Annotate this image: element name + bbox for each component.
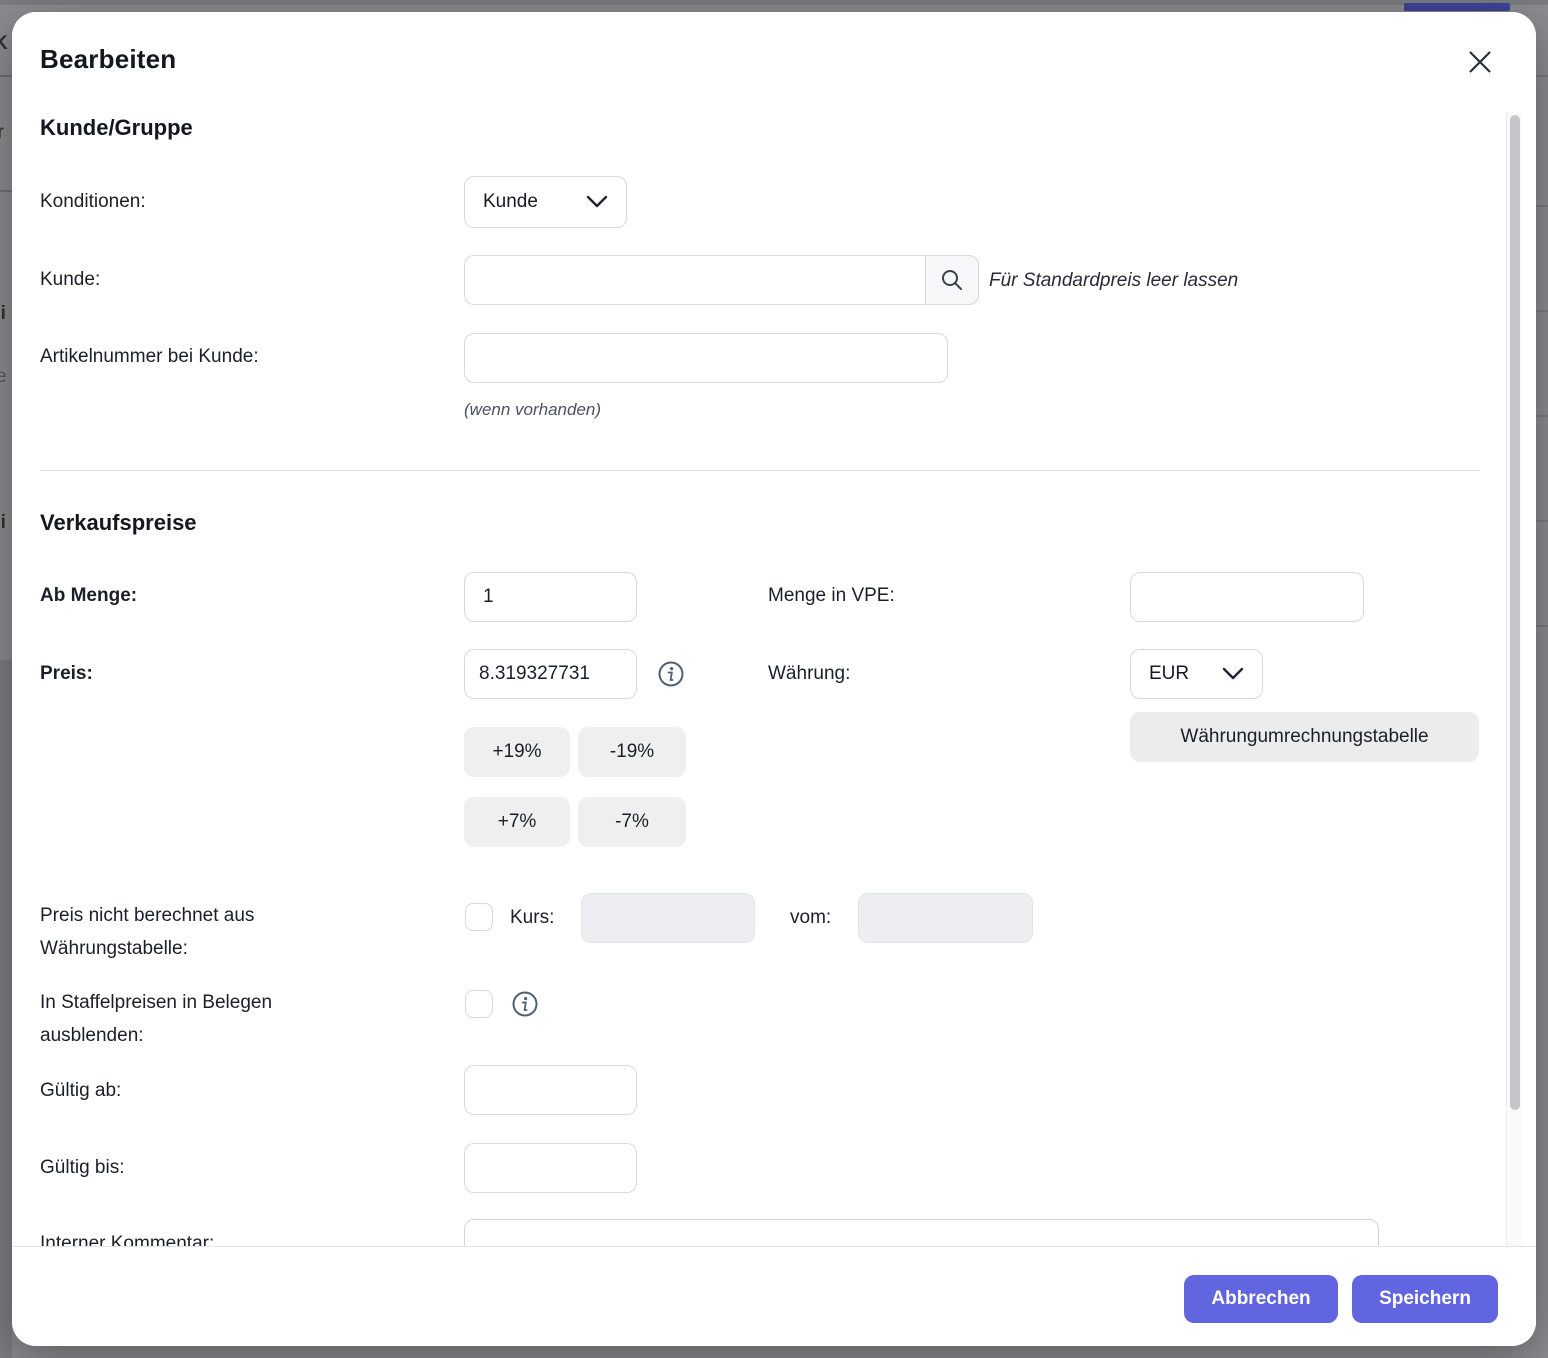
background-row-line bbox=[1536, 415, 1548, 417]
dialog-footer: Abbrechen Speichern bbox=[12, 1246, 1536, 1346]
vom-label: vom: bbox=[790, 907, 831, 929]
ab-menge-input[interactable] bbox=[464, 572, 637, 622]
waehrung-selected-value: EUR bbox=[1149, 663, 1189, 685]
info-icon bbox=[658, 661, 684, 687]
staffelpreise-checkbox[interactable] bbox=[465, 990, 493, 1018]
minus-7-percent-button[interactable]: -7% bbox=[578, 797, 686, 847]
chevron-down-icon bbox=[1222, 667, 1244, 681]
waehrung-label: Währung: bbox=[768, 663, 850, 685]
background-text-fragment: ei bbox=[0, 512, 12, 538]
kunde-hint-text: Für Standardpreis leer lassen bbox=[989, 270, 1238, 292]
background-text-fragment: K bbox=[0, 33, 12, 59]
dialog-body: Kunde/Gruppe Konditionen: Kunde Kunde: F… bbox=[12, 112, 1536, 1246]
preis-input[interactable] bbox=[464, 649, 637, 699]
background-text-fragment: ei bbox=[0, 303, 12, 329]
konditionen-selected-value: Kunde bbox=[483, 191, 538, 213]
background-primary-button-fragment bbox=[1404, 3, 1510, 11]
section-divider bbox=[40, 470, 1480, 471]
background-text-fragment: er bbox=[0, 122, 12, 148]
dialog-title: Bearbeiten bbox=[40, 44, 176, 75]
gueltig-bis-input[interactable] bbox=[464, 1143, 637, 1193]
cancel-button[interactable]: Abbrechen bbox=[1184, 1275, 1338, 1323]
background-divider-fragment bbox=[0, 190, 12, 192]
interner-kommentar-textarea[interactable] bbox=[464, 1219, 1379, 1246]
konditionen-select[interactable]: Kunde bbox=[464, 176, 627, 228]
dialog-header: Bearbeiten bbox=[12, 12, 1536, 112]
artikelnummer-input[interactable] bbox=[464, 333, 948, 383]
artikelnummer-hint: (wenn vorhanden) bbox=[464, 400, 601, 420]
dialog-scrollbar-thumb[interactable] bbox=[1510, 115, 1520, 1110]
preis-nicht-berechnet-checkbox[interactable] bbox=[465, 903, 493, 931]
kunde-search-button[interactable] bbox=[925, 255, 979, 305]
info-icon bbox=[512, 991, 538, 1017]
gueltig-ab-input[interactable] bbox=[464, 1065, 637, 1115]
waehrung-select[interactable]: EUR bbox=[1130, 649, 1263, 699]
interner-kommentar-label: Interner Kommentar: bbox=[40, 1233, 214, 1246]
kurs-label: Kurs: bbox=[510, 907, 554, 929]
waehrungsumrechnungstabelle-button[interactable]: Währungumrechnungstabelle bbox=[1130, 712, 1479, 762]
close-icon bbox=[1466, 48, 1494, 76]
background-row-line bbox=[1536, 625, 1548, 627]
gueltig-bis-label: Gültig bis: bbox=[40, 1157, 124, 1179]
artikelnummer-label: Artikelnummer bei Kunde: bbox=[40, 346, 259, 368]
menge-vpe-label: Menge in VPE: bbox=[768, 585, 895, 607]
background-row-line bbox=[1536, 75, 1548, 77]
kunde-input[interactable] bbox=[464, 255, 925, 305]
staffelpreise-info-button[interactable] bbox=[512, 991, 538, 1017]
preis-label: Preis: bbox=[40, 663, 93, 685]
kunde-label: Kunde: bbox=[40, 269, 100, 291]
edit-dialog: Bearbeiten Kunde/Gruppe Konditionen: Kun… bbox=[12, 12, 1536, 1346]
menge-vpe-input[interactable] bbox=[1130, 572, 1364, 622]
search-icon bbox=[940, 268, 964, 292]
kurs-input[interactable] bbox=[581, 893, 755, 943]
staffelpreise-label-line2: ausblenden: bbox=[40, 1025, 144, 1047]
gueltig-ab-label: Gültig ab: bbox=[40, 1080, 121, 1102]
ab-menge-label: Ab Menge: bbox=[40, 585, 137, 607]
dialog-scrollbar-track[interactable] bbox=[1506, 112, 1522, 1246]
section-heading-kunde-gruppe: Kunde/Gruppe bbox=[40, 115, 193, 141]
chevron-down-icon bbox=[586, 195, 608, 209]
plus-7-percent-button[interactable]: +7% bbox=[464, 797, 570, 847]
background-row-line bbox=[1536, 205, 1548, 207]
section-heading-verkaufspreise: Verkaufspreise bbox=[40, 510, 197, 536]
preis-nicht-berechnet-label-line1: Preis nicht berechnet aus bbox=[40, 905, 254, 927]
staffelpreise-label-line1: In Staffelpreisen in Belegen bbox=[40, 992, 272, 1014]
konditionen-label: Konditionen: bbox=[40, 191, 146, 213]
background-row-line bbox=[1536, 520, 1548, 522]
background-divider-fragment bbox=[0, 75, 12, 77]
preis-info-button[interactable] bbox=[658, 661, 684, 687]
plus-19-percent-button[interactable]: +19% bbox=[464, 727, 570, 777]
save-button[interactable]: Speichern bbox=[1352, 1275, 1498, 1323]
kunde-search-field bbox=[464, 255, 979, 305]
vom-input[interactable] bbox=[858, 893, 1033, 943]
background-text-fragment: e bbox=[0, 366, 12, 392]
preis-nicht-berechnet-label-line2: Währungstabelle: bbox=[40, 938, 188, 960]
background-row-line bbox=[1536, 310, 1548, 312]
background-top-bar bbox=[0, 0, 1548, 5]
background-panel-fragment bbox=[0, 660, 12, 1358]
minus-19-percent-button[interactable]: -19% bbox=[578, 727, 686, 777]
close-button[interactable] bbox=[1462, 44, 1498, 80]
